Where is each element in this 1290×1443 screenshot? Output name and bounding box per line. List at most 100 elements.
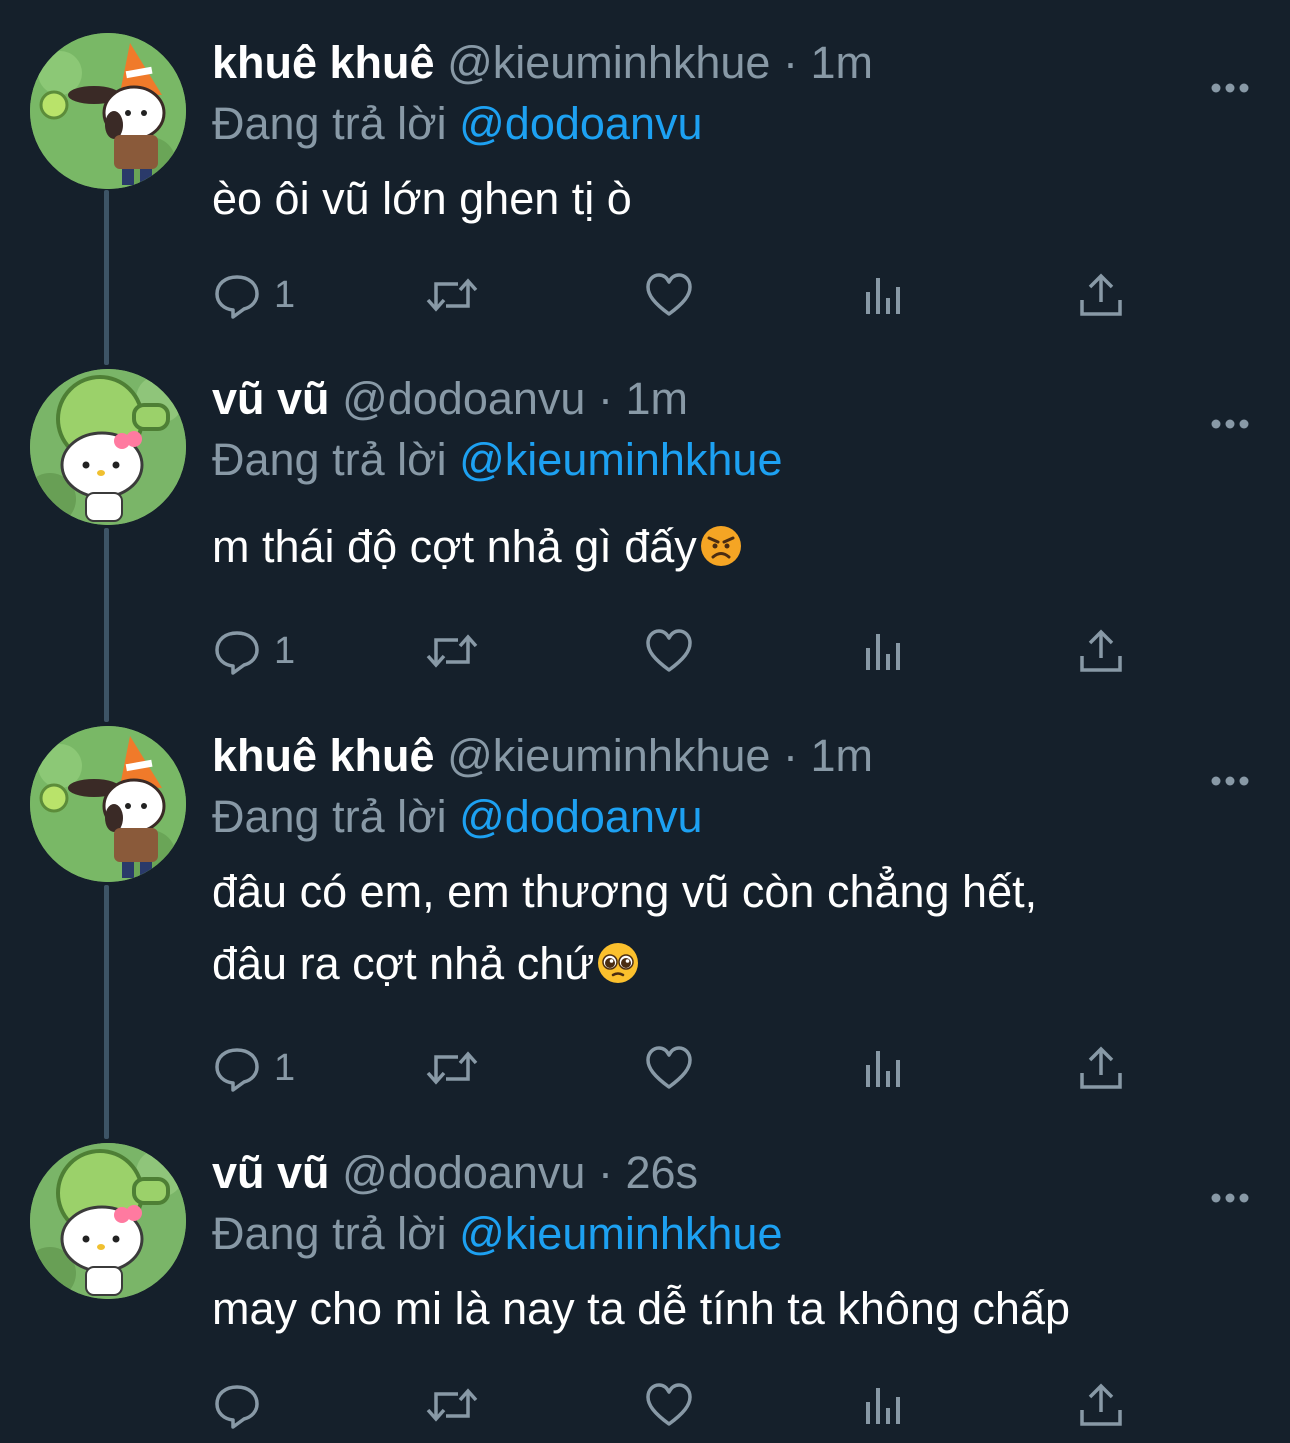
more-dots-icon[interactable]	[1210, 1163, 1250, 1203]
display-name[interactable]: khuê khuê	[212, 730, 435, 781]
avatar-khue[interactable]	[30, 33, 186, 189]
heart-icon	[644, 1380, 694, 1430]
speech-bubble-icon	[212, 270, 262, 320]
share-button[interactable]	[1076, 265, 1126, 325]
replying-to: Đang trả lời @dodoanvu	[212, 786, 1250, 848]
separator-dot: ·	[597, 373, 613, 424]
replying-to: Đang trả lời @kieuminhkhue	[212, 429, 1250, 491]
mention-link[interactable]: @kieuminhkhue	[459, 1208, 782, 1259]
action-bar: 1	[212, 621, 1132, 681]
angry-face-emoji	[699, 517, 743, 566]
bar-chart-icon	[860, 626, 910, 676]
tweet-text-line: đâu có em, em thương vũ còn chẳng hết,	[212, 866, 1038, 917]
heart-icon	[644, 270, 694, 320]
replying-to-label: Đang trả lời	[212, 434, 447, 485]
like-button[interactable]	[644, 1375, 694, 1435]
action-bar	[212, 1375, 1132, 1435]
timestamp[interactable]: 1m	[810, 37, 873, 88]
tweet-text: m thái độ cợt nhả gì đấy	[212, 511, 1250, 583]
like-button[interactable]	[644, 265, 694, 325]
share-upload-icon	[1076, 1043, 1126, 1093]
bar-chart-icon	[860, 1043, 910, 1093]
share-upload-icon	[1076, 270, 1126, 320]
avatar-vu[interactable]	[30, 1143, 186, 1299]
tweet-body: khuê khuê @kieuminhkhue · 1m Đang trả lờ…	[212, 33, 1250, 235]
mention-link[interactable]: @dodoanvu	[459, 791, 702, 842]
like-button[interactable]	[644, 621, 694, 681]
reply-count: 1	[274, 629, 296, 672]
pleading-face-emoji	[596, 934, 640, 983]
share-upload-icon	[1076, 626, 1126, 676]
thread-connector	[104, 190, 109, 365]
timestamp[interactable]: 26s	[625, 1147, 698, 1198]
avatar-khue[interactable]	[30, 726, 186, 882]
speech-bubble-icon	[212, 626, 262, 676]
display-name[interactable]: vũ vũ	[212, 1147, 330, 1198]
retweet-button[interactable]	[424, 621, 480, 681]
more-dots-icon[interactable]	[1210, 746, 1250, 786]
analytics-button[interactable]	[860, 1038, 910, 1098]
reply-count: 1	[274, 273, 296, 316]
retweet-button[interactable]	[424, 265, 480, 325]
thread-connector	[104, 528, 109, 722]
retweet-arrows-icon	[424, 1043, 480, 1093]
retweet-button[interactable]	[424, 1375, 480, 1435]
separator-dot: ·	[782, 730, 798, 781]
separator-dot: ·	[782, 37, 798, 88]
tweet-body: vũ vũ @dodoanvu · 26s Đang trả lời @kieu…	[212, 1143, 1250, 1345]
replying-to-label: Đang trả lời	[212, 1208, 447, 1259]
user-handle[interactable]: @kieuminhkhue	[447, 730, 770, 781]
share-upload-icon	[1076, 1380, 1126, 1430]
more-dots-icon[interactable]	[1210, 389, 1250, 429]
tweet-text-line: đâu ra cợt nhả chứ	[212, 938, 595, 989]
avatar-vu[interactable]	[30, 369, 186, 525]
separator-dot: ·	[597, 1147, 613, 1198]
tweet-text-line: èo ôi vũ lớn ghen tị ò	[212, 173, 632, 224]
share-button[interactable]	[1076, 1375, 1126, 1435]
tweet-header: khuê khuê @kieuminhkhue · 1m	[212, 33, 1250, 93]
heart-icon	[644, 1043, 694, 1093]
action-bar: 1	[212, 1038, 1132, 1098]
user-handle[interactable]: @dodoanvu	[342, 373, 585, 424]
speech-bubble-icon	[212, 1380, 262, 1430]
replying-to: Đang trả lời @kieuminhkhue	[212, 1203, 1250, 1265]
tweet-text: may cho mi là nay ta dễ tính ta không ch…	[212, 1273, 1250, 1345]
heart-icon	[644, 626, 694, 676]
retweet-arrows-icon	[424, 270, 480, 320]
reply-button[interactable]: 1	[212, 265, 295, 325]
analytics-button[interactable]	[860, 265, 910, 325]
reply-count: 1	[274, 1046, 296, 1089]
reply-button[interactable]: 1	[212, 621, 295, 681]
tweet-header: vũ vũ @dodoanvu · 1m	[212, 369, 1250, 429]
analytics-button[interactable]	[860, 621, 910, 681]
action-bar: 1	[212, 265, 1132, 325]
thread-connector	[104, 885, 109, 1139]
share-button[interactable]	[1076, 1038, 1126, 1098]
more-dots-icon[interactable]	[1210, 53, 1250, 93]
retweet-arrows-icon	[424, 1380, 480, 1430]
timestamp[interactable]: 1m	[625, 373, 688, 424]
tweet-header: vũ vũ @dodoanvu · 26s	[212, 1143, 1250, 1203]
mention-link[interactable]: @kieuminhkhue	[459, 434, 782, 485]
user-handle[interactable]: @kieuminhkhue	[447, 37, 770, 88]
reply-button[interactable]: 1	[212, 1038, 295, 1098]
timestamp[interactable]: 1m	[810, 730, 873, 781]
reply-button[interactable]	[212, 1375, 274, 1435]
tweet-body: khuê khuê @kieuminhkhue · 1m Đang trả lờ…	[212, 726, 1250, 1000]
tweet-text: đâu có em, em thương vũ còn chẳng hết, đ…	[212, 856, 1250, 1000]
replying-to-label: Đang trả lời	[212, 98, 447, 149]
retweet-button[interactable]	[424, 1038, 480, 1098]
retweet-arrows-icon	[424, 626, 480, 676]
like-button[interactable]	[644, 1038, 694, 1098]
share-button[interactable]	[1076, 621, 1126, 681]
analytics-button[interactable]	[860, 1375, 910, 1435]
display-name[interactable]: vũ vũ	[212, 373, 330, 424]
tweet-text-line: m thái độ cợt nhả gì đấy	[212, 521, 697, 572]
reply-thread: khuê khuê @kieuminhkhue · 1m Đang trả lờ…	[0, 0, 1290, 1443]
tweet-body: vũ vũ @dodoanvu · 1m Đang trả lời @kieum…	[212, 369, 1250, 583]
mention-link[interactable]: @dodoanvu	[459, 98, 702, 149]
user-handle[interactable]: @dodoanvu	[342, 1147, 585, 1198]
display-name[interactable]: khuê khuê	[212, 37, 435, 88]
tweet-text-line: may cho mi là nay ta dễ tính ta không ch…	[212, 1283, 1071, 1334]
bar-chart-icon	[860, 270, 910, 320]
